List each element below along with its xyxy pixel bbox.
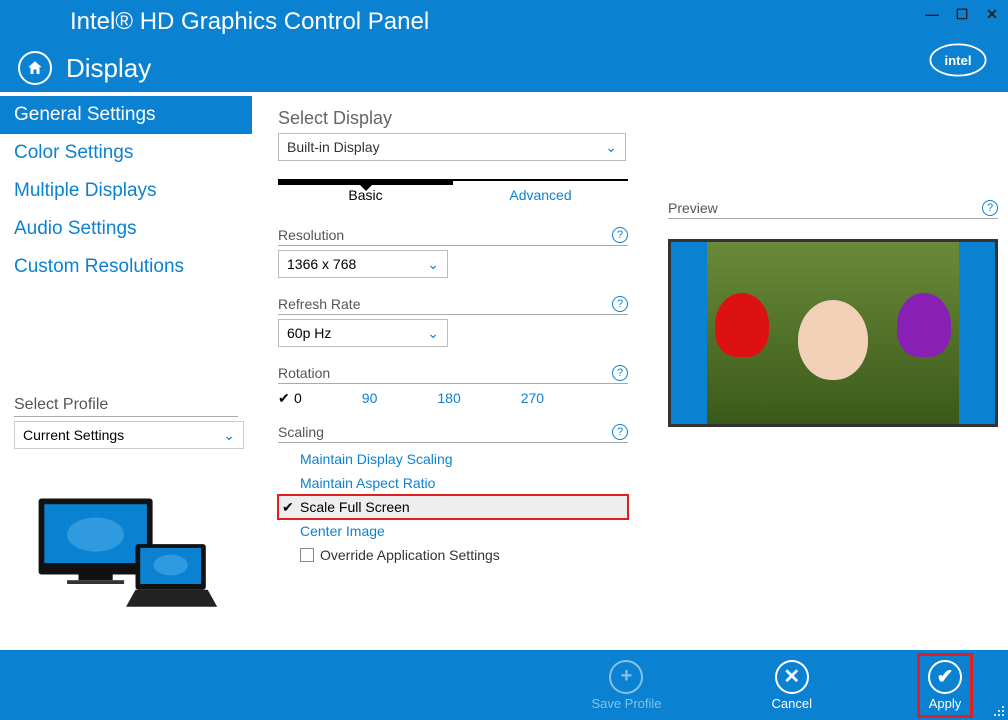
preview-hand-left	[715, 293, 769, 357]
help-icon[interactable]: ?	[612, 365, 628, 381]
display-select[interactable]: Built-in Display ⌄	[278, 133, 626, 161]
preview-image	[707, 242, 959, 424]
refresh-value: 60p Hz	[287, 325, 331, 341]
chevron-down-icon: ⌄	[427, 256, 439, 273]
select-display-label: Select Display	[278, 108, 628, 129]
content-area: Select Display Built-in Display ⌄ Basic …	[252, 92, 1008, 650]
mode-tabs: Basic Advanced	[278, 179, 628, 209]
footer: + Save Profile ✕ Cancel ✔ Apply	[0, 650, 1008, 720]
override-checkbox[interactable]	[300, 548, 314, 562]
scaling-option-maintain-aspect[interactable]: Maintain Aspect Ratio	[278, 471, 628, 495]
window-controls: — ☐ ✕	[924, 6, 1000, 22]
help-icon[interactable]: ?	[612, 424, 628, 440]
help-icon[interactable]: ?	[982, 200, 998, 216]
resize-grip[interactable]	[992, 704, 1006, 718]
close-icon: ✕	[775, 660, 809, 694]
home-button[interactable]	[18, 51, 52, 85]
cancel-button[interactable]: ✕ Cancel	[772, 660, 812, 711]
rotation-option-270[interactable]: 270	[521, 390, 544, 406]
profile-select-value: Current Settings	[23, 427, 124, 443]
chevron-down-icon: ⌄	[223, 427, 235, 444]
scaling-label: Scaling	[278, 424, 324, 440]
sidebar-item-audio-settings[interactable]: Audio Settings	[0, 210, 252, 248]
save-profile-button[interactable]: + Save Profile	[591, 660, 661, 711]
svg-text:intel: intel	[944, 53, 971, 68]
plus-icon: +	[609, 660, 643, 694]
profile-select[interactable]: Current Settings ⌄	[14, 421, 244, 449]
sidebar-item-general-settings[interactable]: General Settings	[0, 96, 252, 134]
window-title: Intel® HD Graphics Control Panel	[70, 8, 429, 36]
rotation-option-90[interactable]: 90	[362, 390, 378, 406]
rotation-option-0[interactable]: 0	[278, 390, 302, 406]
help-icon[interactable]: ?	[612, 227, 628, 243]
resolution-label: Resolution	[278, 227, 344, 243]
display-select-value: Built-in Display	[287, 139, 380, 155]
override-label: Override Application Settings	[320, 547, 500, 563]
minimize-button[interactable]: —	[924, 6, 940, 22]
preview-hand-right	[897, 293, 951, 357]
section-title: Display	[66, 53, 151, 84]
sidebar: General Settings Color Settings Multiple…	[0, 92, 252, 650]
tab-basic[interactable]: Basic	[278, 181, 453, 209]
resolution-value: 1366 x 768	[287, 256, 356, 272]
preview-face	[798, 300, 868, 380]
tab-advanced[interactable]: Advanced	[453, 181, 628, 209]
scaling-option-maintain-display[interactable]: Maintain Display Scaling	[278, 447, 628, 471]
sidebar-item-color-settings[interactable]: Color Settings	[0, 134, 252, 172]
rotation-option-180[interactable]: 180	[437, 390, 460, 406]
rotation-label: Rotation	[278, 365, 330, 381]
chevron-down-icon: ⌄	[605, 139, 617, 156]
sidebar-item-custom-resolutions[interactable]: Custom Resolutions	[0, 248, 252, 286]
scaling-option-center-image[interactable]: Center Image	[278, 519, 628, 543]
intel-logo: intel	[928, 30, 988, 90]
refresh-select[interactable]: 60p Hz ⌄	[278, 319, 448, 347]
maximize-button[interactable]: ☐	[954, 6, 970, 22]
preview-box	[668, 239, 998, 427]
display-illustration	[0, 489, 252, 618]
cancel-label: Cancel	[772, 696, 812, 711]
sidebar-item-multiple-displays[interactable]: Multiple Displays	[0, 172, 252, 210]
resolution-select[interactable]: 1366 x 768 ⌄	[278, 250, 448, 278]
scaling-option-scale-full[interactable]: Scale Full Screen	[278, 495, 628, 519]
save-profile-label: Save Profile	[591, 696, 661, 711]
help-icon[interactable]: ?	[612, 296, 628, 312]
select-profile-label: Select Profile	[14, 396, 238, 417]
refresh-label: Refresh Rate	[278, 296, 360, 312]
apply-button[interactable]: ✔ Apply	[922, 658, 968, 713]
close-button[interactable]: ✕	[984, 6, 1000, 22]
apply-label: Apply	[929, 696, 962, 711]
check-icon: ✔	[928, 660, 962, 694]
preview-label: Preview	[668, 200, 718, 216]
titlebar: Intel® HD Graphics Control Panel — ☐ ✕	[0, 0, 1008, 44]
subheader: Display intel	[0, 44, 1008, 92]
chevron-down-icon: ⌄	[427, 325, 439, 342]
home-icon	[26, 59, 44, 77]
